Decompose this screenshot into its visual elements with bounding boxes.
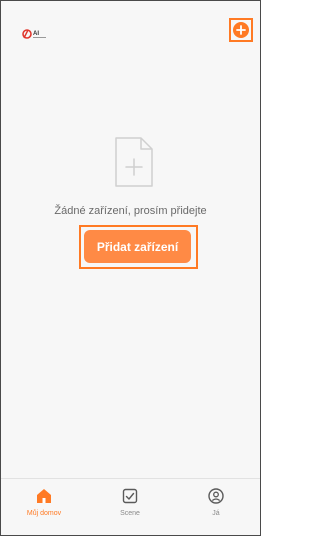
user-icon [208,488,224,504]
svg-text:AI: AI [33,31,39,37]
app-logo: AI [22,27,48,39]
checkbox-icon [122,488,138,504]
add-device-button[interactable] [229,18,253,42]
bottom-tab-bar: Můj domov Scene Já [1,478,260,535]
app-frame: AI Žádné zařízení, prosím přidejte Přida… [0,0,261,536]
home-icon [37,489,51,503]
tab-me[interactable]: Já [173,479,259,535]
tab-label-scene: Scene [120,510,140,517]
tab-my-home[interactable]: Můj domov [1,479,87,535]
add-device-cta-button[interactable]: Přidat zařízení [84,230,191,263]
tab-label-my-home: Můj domov [26,510,62,517]
header: AI [1,1,260,45]
empty-state-message: Žádné zařízení, prosím přidejte [54,205,207,217]
blank-document-plus-icon [113,135,155,189]
tab-label-me: Já [212,510,220,517]
plus-circle-icon [233,22,249,38]
tab-scene[interactable]: Scene [87,479,173,535]
